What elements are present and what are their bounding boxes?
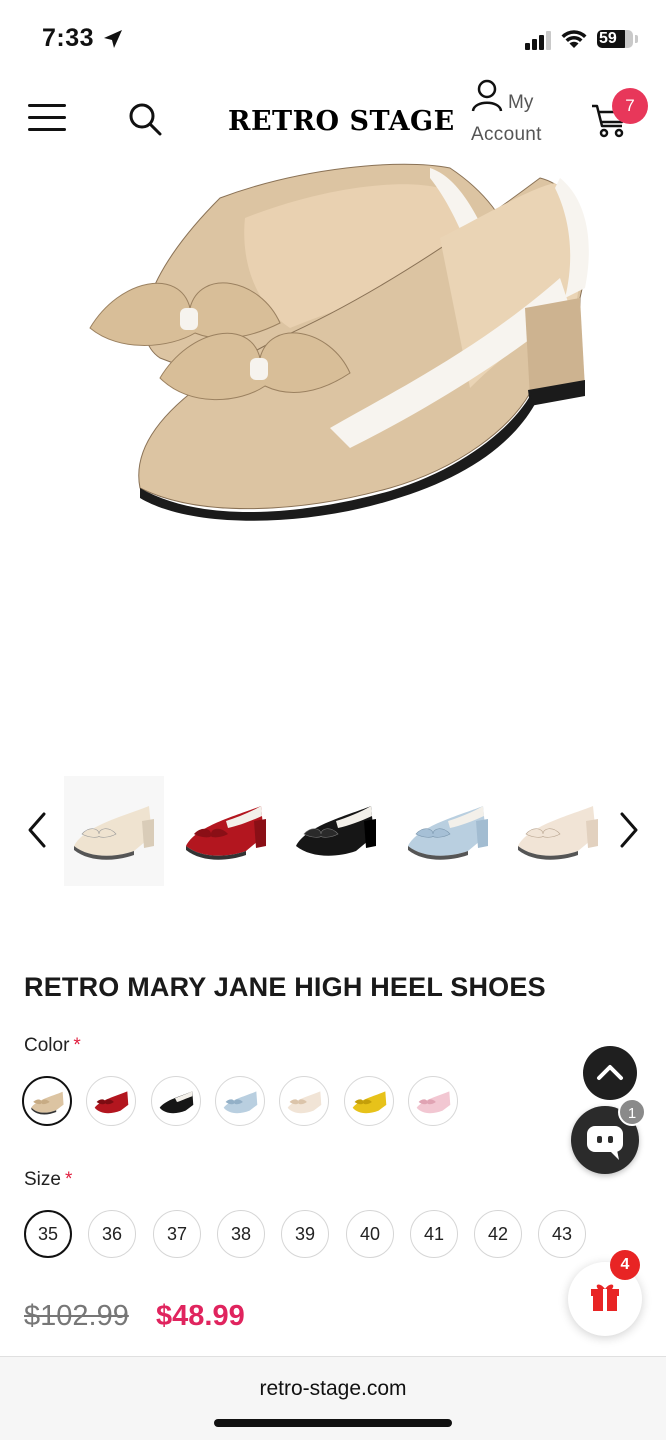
size-option-list: 35 36 37 38 39 40 41 42 43 <box>24 1210 624 1260</box>
cart-count-badge: 7 <box>612 88 648 124</box>
sale-price: $48.99 <box>156 1300 245 1332</box>
status-time: 7:33 <box>42 24 95 52</box>
my-account-link[interactable]: My Account <box>468 78 558 158</box>
size-option-label: Size * <box>24 1169 72 1191</box>
color-swatch-pink[interactable] <box>408 1076 458 1126</box>
size-label-text: Size <box>24 1169 61 1190</box>
thumbnail-2[interactable] <box>176 776 276 886</box>
swatch-shoe-image <box>416 1091 451 1114</box>
location-arrow-icon <box>104 30 122 48</box>
thumbnail-shoe-image <box>296 806 376 856</box>
color-option-label: Color * <box>24 1035 81 1057</box>
battery-cap <box>635 35 638 43</box>
size-button[interactable]: 35 <box>24 1210 72 1258</box>
swatch-shoe-image <box>159 1091 194 1114</box>
size-button[interactable]: 41 <box>410 1210 458 1258</box>
thumbnail-shoe-image <box>64 776 164 886</box>
swatch-shoe-image <box>94 1091 129 1114</box>
size-button[interactable]: 37 <box>153 1210 201 1258</box>
browser-address-bar: retro-stage.com <box>0 1356 666 1440</box>
size-button[interactable]: 38 <box>217 1210 265 1258</box>
color-label-text: Color <box>24 1035 70 1056</box>
chevron-up-icon <box>597 1065 623 1080</box>
thumbnail-shoe-image <box>408 806 488 860</box>
brand-logo[interactable]: RETRO STAGE <box>228 106 455 137</box>
product-main-image[interactable] <box>40 158 640 548</box>
original-price: $102.99 <box>24 1300 129 1332</box>
user-icon <box>471 79 503 112</box>
thumbnail-3[interactable] <box>286 776 386 886</box>
account-label: Account <box>471 124 542 145</box>
thumbnail-carousel <box>0 770 666 890</box>
site-header: RETRO STAGE My Account 7 <box>0 72 666 162</box>
size-button[interactable]: 39 <box>281 1210 329 1258</box>
color-swatch-black[interactable] <box>151 1076 201 1126</box>
swatch-shoe-image <box>287 1091 322 1114</box>
product-title: RETRO MARY JANE HIGH HEEL SHOES <box>24 972 546 1002</box>
status-bar: 7:33 59 <box>0 0 666 80</box>
color-swatch-yellow[interactable] <box>344 1076 394 1126</box>
hamburger-menu-icon[interactable] <box>28 104 68 134</box>
chat-count-badge: 1 <box>618 1098 646 1126</box>
cellular-signal-icon <box>525 31 551 50</box>
size-button[interactable]: 42 <box>474 1210 522 1258</box>
wifi-icon <box>561 30 587 48</box>
color-swatch-list <box>22 1076 482 1130</box>
color-swatch-red[interactable] <box>86 1076 136 1126</box>
thumbnail-shoe-image <box>518 806 598 860</box>
battery-empty-portion <box>625 30 633 48</box>
cart-button[interactable]: 7 <box>590 88 654 152</box>
required-asterisk: * <box>64 1169 73 1190</box>
scroll-to-top-button[interactable] <box>583 1046 637 1100</box>
size-button[interactable]: 40 <box>346 1210 394 1258</box>
color-swatch-beige[interactable] <box>22 1076 72 1126</box>
gift-count-badge: 4 <box>610 1250 640 1280</box>
color-swatch-blue[interactable] <box>215 1076 265 1126</box>
swatch-shoe-image <box>352 1091 387 1114</box>
chevron-left-icon[interactable] <box>24 810 50 850</box>
thumbnail-1[interactable] <box>64 776 164 886</box>
chevron-right-icon[interactable] <box>616 810 642 850</box>
size-button[interactable]: 36 <box>88 1210 136 1258</box>
color-swatch-cream[interactable] <box>279 1076 329 1126</box>
thumbnail-shoe-image <box>186 806 266 860</box>
swatch-shoe-image <box>223 1091 258 1114</box>
thumbnail-4[interactable] <box>398 776 498 886</box>
home-indicator[interactable] <box>214 1419 452 1427</box>
thumbnail-5[interactable] <box>508 776 608 886</box>
size-button[interactable]: 43 <box>538 1210 586 1258</box>
search-icon[interactable] <box>128 102 162 136</box>
required-asterisk: * <box>73 1035 81 1056</box>
swatch-shoe-image <box>31 1091 64 1115</box>
account-my-text: My <box>508 92 534 113</box>
browser-url[interactable]: retro-stage.com <box>0 1377 666 1401</box>
